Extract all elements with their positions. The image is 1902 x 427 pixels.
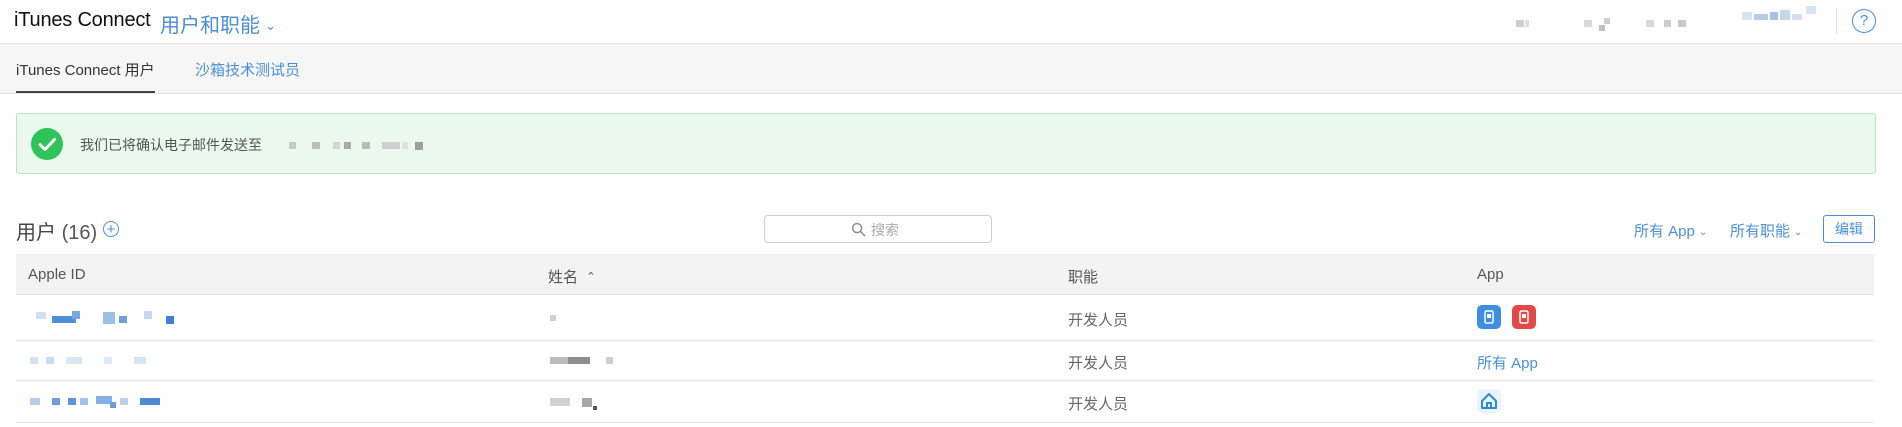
users-title: 用户 bbox=[16, 222, 56, 244]
users-heading: 用户 (16) bbox=[16, 216, 97, 245]
tab-sandbox-testers[interactable]: 沙箱技术测试员 bbox=[195, 59, 300, 80]
search-input[interactable] bbox=[869, 220, 983, 240]
tab-itunes-connect-users[interactable]: iTunes Connect 用户 bbox=[16, 59, 155, 93]
app-icon-red bbox=[1512, 305, 1536, 329]
search-box[interactable] bbox=[764, 215, 992, 243]
name-redacted bbox=[550, 315, 556, 321]
column-name[interactable]: 姓名 ⌃ bbox=[548, 266, 595, 287]
account-info-redacted bbox=[1516, 16, 1776, 34]
section-menu[interactable]: 用户和职能 ⌄ bbox=[160, 9, 276, 38]
chevron-down-icon: ⌄ bbox=[265, 18, 276, 33]
column-apple-id[interactable]: Apple ID bbox=[28, 266, 86, 283]
user-name-redacted[interactable] bbox=[1742, 6, 1824, 26]
help-icon[interactable]: ? bbox=[1852, 9, 1876, 33]
app-title: iTunes Connect bbox=[14, 9, 151, 31]
role-value: 开发人员 bbox=[1068, 355, 1129, 372]
success-banner: 我们已将确认电子邮件发送至 bbox=[16, 113, 1876, 174]
edit-button[interactable]: 编辑 bbox=[1823, 215, 1875, 243]
home-app-icon bbox=[1477, 389, 1501, 413]
column-app[interactable]: App bbox=[1477, 266, 1504, 283]
top-bar: iTunes Connect 用户和职能 ⌄ ? bbox=[0, 0, 1902, 44]
checkmark-icon bbox=[31, 128, 63, 160]
chevron-down-icon: ⌄ bbox=[1794, 227, 1803, 238]
table-row[interactable]: 开发人员 bbox=[16, 295, 1874, 341]
table-header: Apple ID 姓名 ⌃ 职能 App bbox=[16, 254, 1874, 295]
header-divider bbox=[1836, 8, 1837, 34]
filter-apps-label: 所有 App bbox=[1634, 223, 1695, 240]
app-all-link[interactable]: 所有 App bbox=[1477, 352, 1538, 373]
app-icon-blue bbox=[1477, 305, 1501, 329]
section-title: 用户和职能 bbox=[160, 15, 260, 37]
column-name-label: 姓名 bbox=[548, 269, 579, 286]
filter-roles-label: 所有职能 bbox=[1730, 223, 1791, 240]
success-message: 我们已将确认电子邮件发送至 bbox=[80, 137, 262, 153]
column-role[interactable]: 职能 bbox=[1068, 266, 1098, 287]
chevron-down-icon: ⌄ bbox=[1698, 227, 1708, 238]
users-count: (16) bbox=[61, 222, 98, 244]
search-icon bbox=[851, 222, 866, 237]
sort-ascending-icon: ⌃ bbox=[586, 271, 596, 283]
users-table: Apple ID 姓名 ⌃ 职能 App 开发人员 开发人员 所有 App 开发… bbox=[16, 254, 1874, 423]
filter-all-roles[interactable]: 所有职能 ⌄ bbox=[1730, 220, 1802, 241]
table-row[interactable]: 开发人员 所有 App bbox=[16, 341, 1874, 381]
add-user-icon[interactable]: + bbox=[103, 221, 119, 237]
tab-bar: iTunes Connect 用户 沙箱技术测试员 bbox=[0, 44, 1902, 94]
table-row[interactable]: 开发人员 bbox=[16, 381, 1874, 423]
filter-all-apps[interactable]: 所有 App ⌄ bbox=[1634, 220, 1707, 241]
role-value: 开发人员 bbox=[1068, 396, 1129, 413]
role-value: 开发人员 bbox=[1068, 312, 1129, 329]
